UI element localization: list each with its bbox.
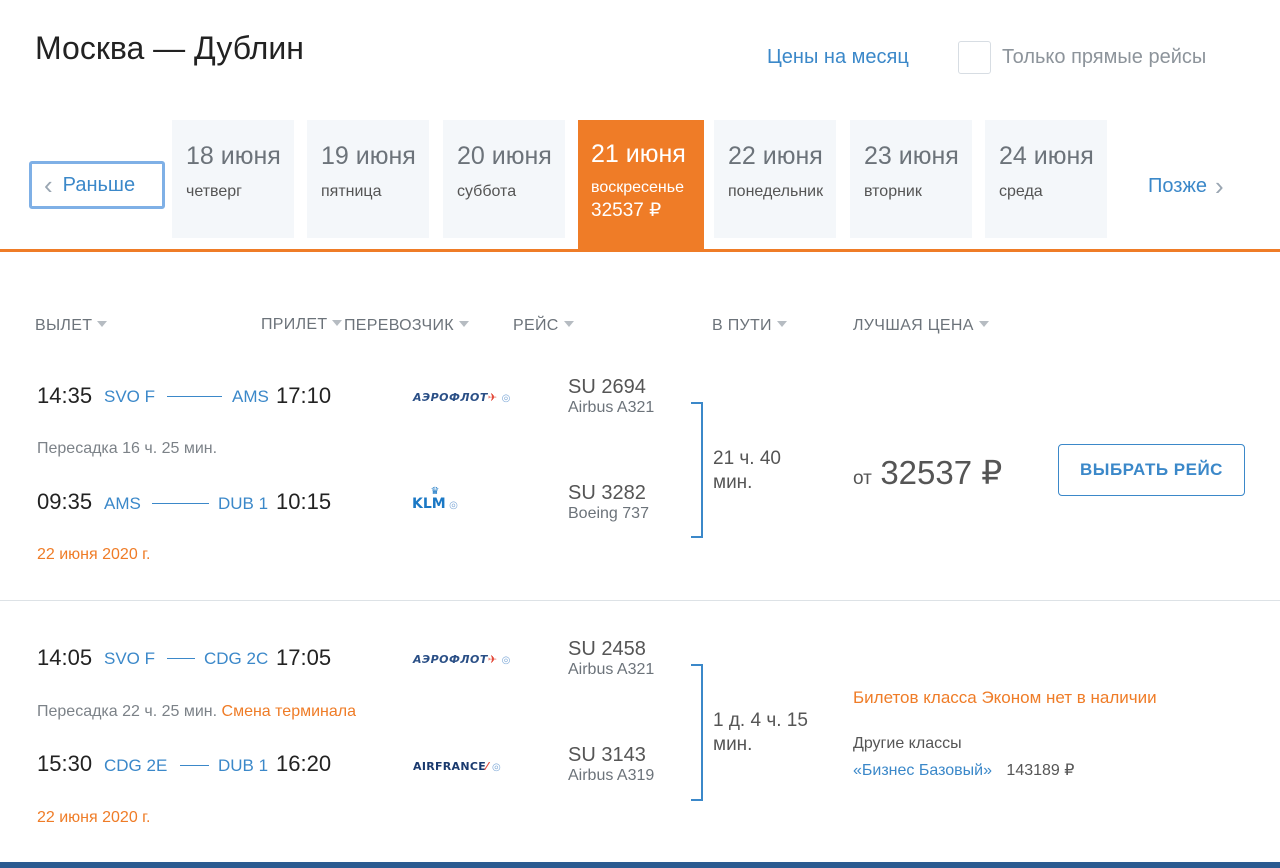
business-class-price: 143189 ₽: [1006, 762, 1075, 779]
departure-time: 14:35: [37, 383, 93, 408]
arrival-date: 22 июня 2020 г.: [37, 546, 151, 563]
caret-down-icon: [776, 321, 787, 327]
other-class-row: «Бизнес Базовый» 143189 ₽: [853, 760, 1074, 780]
arrival-time: 10:15: [276, 489, 332, 514]
chevron-right-icon: ›: [1214, 171, 1224, 201]
arrival-airport: AMS: [232, 387, 269, 406]
aircraft-type: Airbus A321: [568, 661, 655, 678]
bottom-bar: [0, 862, 1280, 868]
caret-down-icon: [332, 320, 343, 326]
sort-best-price[interactable]: ЛУЧШАЯ ЦЕНА: [853, 317, 989, 335]
klm-logo: ♛ KLM ◎: [412, 486, 458, 512]
day-tab-24[interactable]: 24 июня среда: [985, 120, 1107, 238]
day-weekday: вторник: [864, 183, 922, 200]
sort-carrier[interactable]: ПЕРЕВОЗЧИК: [344, 317, 469, 335]
business-class-link[interactable]: «Бизнес Базовый»: [853, 762, 992, 779]
duration-bracket: [691, 664, 703, 801]
aircraft-type: Airbus A321: [568, 399, 655, 416]
route-line: [167, 658, 195, 659]
month-prices-link[interactable]: Цены на месяц: [767, 46, 909, 69]
transfer-info: Пересадка 16 ч. 25 мин.: [37, 440, 218, 457]
best-price: от 32537 ₽: [853, 453, 1002, 492]
direct-only-label[interactable]: Только прямые рейсы: [1002, 46, 1206, 69]
date-strip-underline: [0, 249, 1280, 252]
departure-airport: SVO F: [104, 649, 156, 668]
arrival-date: 22 июня 2020 г.: [37, 809, 151, 826]
departure-airport: SVO F: [104, 387, 156, 406]
day-date: 20 июня: [457, 142, 552, 170]
day-weekday: воскресенье: [591, 179, 684, 196]
day-weekday: понедельник: [728, 183, 824, 200]
caret-down-icon: [458, 321, 469, 327]
departure-time: 09:35: [37, 489, 93, 514]
flight-number: SU 2458: [568, 638, 646, 660]
day-date: 24 июня: [999, 142, 1094, 170]
later-button[interactable]: Позже ›: [1148, 173, 1224, 199]
day-date: 19 июня: [321, 142, 416, 170]
departure-airport: CDG 2E: [104, 756, 168, 775]
price-prefix: от: [853, 468, 872, 489]
arrival-airport: CDG 2C: [204, 649, 269, 668]
later-label: Позже: [1148, 174, 1207, 197]
aeroflot-logo: АЭРОФЛОТ✈ ◎: [413, 653, 511, 666]
departure-time: 14:05: [37, 645, 93, 670]
arrival-time: 16:20: [276, 751, 332, 776]
result-divider: [0, 600, 1280, 601]
day-price: 32537 ₽: [591, 200, 662, 221]
sort-flight[interactable]: РЕЙС: [513, 317, 574, 335]
aeroflot-logo: АЭРОФЛОТ✈ ◎: [413, 391, 511, 404]
arrival-time: 17:10: [276, 383, 332, 408]
day-weekday: суббота: [457, 183, 517, 200]
day-date: 22 июня: [728, 142, 823, 170]
caret-down-icon: [563, 321, 574, 327]
caret-down-icon: [978, 321, 989, 327]
departure-airport: AMS: [104, 494, 141, 513]
economy-unavailable: Билетов класса Эконом нет в наличии: [853, 688, 1157, 707]
aircraft-type: Airbus A319: [568, 767, 655, 784]
arrival-time: 17:05: [276, 645, 332, 670]
day-tab-23[interactable]: 23 июня вторник: [850, 120, 972, 238]
route-line: [167, 396, 222, 397]
day-tab-21-selected[interactable]: 21 июня воскресенье 32537 ₽: [578, 120, 704, 252]
aircraft-type: Boeing 737: [568, 505, 649, 522]
flight-number: SU 3143: [568, 744, 646, 766]
route-line: [180, 765, 209, 766]
day-tab-19[interactable]: 19 июня пятница: [307, 120, 429, 238]
day-tab-22[interactable]: 22 июня понедельник: [714, 120, 836, 238]
earlier-label: Раньше: [62, 173, 136, 196]
day-weekday: четверг: [186, 183, 242, 200]
sort-departure[interactable]: ВЫЛЕТ: [35, 317, 108, 335]
day-date: 23 июня: [864, 142, 959, 170]
caret-down-icon: [97, 321, 108, 327]
chevron-left-icon: ‹: [44, 170, 53, 200]
day-date: 21 июня: [591, 140, 686, 168]
select-flight-button[interactable]: ВЫБРАТЬ РЕЙС: [1058, 444, 1245, 496]
sort-duration[interactable]: В ПУТИ: [712, 317, 787, 335]
terminal-change-note: Смена терминала: [221, 703, 356, 720]
transfer-info: Пересадка 22 ч. 25 мин. Смена терминала: [37, 703, 356, 720]
arrival-airport: DUB 1: [218, 494, 269, 513]
flight-number: SU 3282: [568, 482, 646, 504]
route-line: [152, 503, 209, 504]
day-tab-18[interactable]: 18 июня четверг: [172, 120, 294, 238]
day-date: 18 июня: [186, 142, 281, 170]
total-duration: 1 д. 4 ч. 15 мин.: [713, 710, 808, 755]
arrival-airport: DUB 1: [218, 756, 269, 775]
day-weekday: пятница: [321, 183, 382, 200]
earlier-button[interactable]: ‹ Раньше: [29, 161, 165, 209]
price-value: 32537 ₽: [880, 454, 1003, 491]
day-tab-20[interactable]: 20 июня суббота: [443, 120, 565, 238]
flight-number: SU 2694: [568, 376, 646, 398]
departure-time: 15:30: [37, 751, 93, 776]
page-title: Москва — Дублин: [35, 30, 304, 66]
total-duration: 21 ч. 40 мин.: [713, 448, 782, 493]
direct-only-checkbox[interactable]: [958, 41, 991, 74]
airfrance-logo: AIRFRANCE⁄ ◎: [413, 760, 502, 773]
day-weekday: среда: [999, 183, 1043, 200]
sort-arrival[interactable]: ПРИЛЕТ: [261, 316, 343, 334]
duration-bracket: [691, 402, 703, 538]
other-classes-label: Другие классы: [853, 735, 962, 752]
